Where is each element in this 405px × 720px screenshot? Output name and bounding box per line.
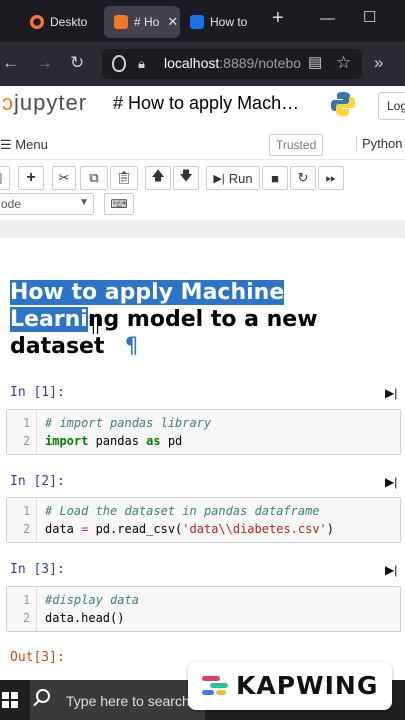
tab-notebook[interactable]: # Ho ✕ — [104, 6, 180, 38]
selected-text: How to apply Machine — [10, 280, 285, 305]
tab-label: Deskto — [50, 15, 88, 29]
line-number: 2 — [23, 611, 31, 625]
browser-nav-bar: ← → ↻ 🔒︎ localhost:8889/notebo ▤ ☆ » — [0, 42, 405, 86]
maximize-icon[interactable]: ☐ — [363, 8, 376, 26]
input-prompt: In [2]: — [10, 474, 65, 489]
line-gutter — [7, 498, 37, 542]
run-label: Run — [228, 170, 253, 186]
back-icon[interactable]: ← — [2, 53, 19, 73]
url-text: localhost:8889/notebo — [164, 55, 302, 71]
markdown-heading[interactable]: How to apply Machine Learning model to a… — [10, 279, 400, 360]
line-number: 1 — [23, 504, 31, 518]
browser-tab-strip: Deskto # Ho ✕ How to + — ☐ — [0, 0, 405, 42]
line-gutter — [7, 410, 37, 454]
run-button[interactable]: ▶| Run — [206, 166, 260, 190]
fast-forward-icon[interactable]: ⏩︎ — [318, 166, 344, 190]
tab-label: How to — [210, 15, 248, 29]
windows-start-icon[interactable] — [2, 692, 18, 708]
run-cell-icon[interactable]: ▶| — [385, 563, 397, 577]
code-comment: #display data — [45, 593, 139, 607]
output-prompt: Out[3]: — [10, 650, 65, 665]
jupyter-logo[interactable]: ↄjupyter — [2, 90, 87, 116]
code-line: import pandas as pd — [45, 434, 183, 448]
input-prompt: In [3]: — [10, 562, 65, 577]
move-up-icon[interactable]: 🡅 — [145, 166, 171, 190]
code-line: data = pd.read_csv('data\\diabetes.csv') — [45, 522, 335, 536]
copy-icon[interactable]: ⧉ — [80, 166, 108, 190]
code-cell[interactable]: 1 2 # Load the dataset in pandas datafra… — [6, 497, 401, 543]
save-button[interactable]: ▯ — [0, 166, 10, 190]
cell-type-value: ode — [1, 197, 22, 211]
keyboard-shortcuts-icon[interactable]: ⌨ — [104, 193, 134, 215]
jupyter-header: ↄjupyter # How to apply Mach… Log — [0, 86, 405, 130]
new-tab-button[interactable]: + — [272, 7, 284, 30]
forward-icon[interactable]: → — [36, 53, 53, 73]
python-logo-icon — [331, 92, 355, 116]
chevron-down-icon: ▼ — [79, 197, 89, 208]
heading-text: dataset — [10, 334, 105, 359]
code-line: data.head() — [45, 611, 125, 625]
kernel-indicator[interactable]: Python — [356, 136, 402, 151]
kapwing-watermark: KAPWING — [188, 662, 392, 710]
line-number: 2 — [23, 434, 31, 448]
reader-view-icon[interactable]: ▤ — [308, 53, 322, 73]
jupyter-book-icon — [114, 15, 128, 29]
trusted-badge[interactable]: Trusted — [269, 134, 324, 156]
menu-button[interactable]: ☰ Menu — [0, 137, 48, 153]
notebook-toolbar: ▯ + ✂ ⧉ 📋︎ 🡅 🡇 ▶|Run ■ ↻ ⏩︎ ode ▼ ⌨ — [0, 160, 405, 220]
line-gutter — [7, 587, 37, 631]
run-cell-icon[interactable]: ▶| — [385, 475, 397, 489]
menu-bar: ☰ Menu Trusted Python — [0, 130, 405, 160]
bookmark-star-icon[interactable]: ☆ — [336, 53, 351, 73]
cell-type-select[interactable]: ode ▼ — [0, 193, 94, 215]
taskbar-search-box[interactable]: Type here to search — [30, 680, 205, 720]
code-cell[interactable]: 1 2 #display data data.head() — [6, 586, 401, 632]
step-forward-icon: ▶| — [213, 172, 225, 185]
minimize-icon[interactable]: — — [320, 10, 335, 27]
firefox-icon — [30, 15, 44, 29]
code-comment: # Load the dataset in pandas dataframe — [45, 504, 320, 518]
logout-button[interactable]: Log — [378, 92, 405, 120]
shield-icon — [112, 55, 126, 72]
close-tab-icon[interactable]: ✕ — [167, 14, 178, 30]
code-comment: # import pandas library — [45, 416, 212, 430]
anchor-link-icon[interactable]: ¶ — [125, 334, 139, 359]
reload-icon[interactable]: ↻ — [70, 53, 84, 73]
tab-label: # Ho — [134, 15, 160, 29]
cut-icon[interactable]: ✂ — [52, 166, 76, 190]
notebook-title[interactable]: # How to apply Mach… — [113, 93, 299, 114]
tab-how-to[interactable]: How to — [190, 6, 254, 38]
line-number: 1 — [23, 593, 31, 607]
restart-icon[interactable]: ↻ — [290, 166, 316, 190]
paste-icon[interactable]: 📋︎ — [110, 166, 138, 190]
notebook-page: How to apply Machine Learning model to a… — [0, 238, 405, 680]
overflow-chevron-icon[interactable]: » — [374, 53, 383, 73]
edit-icon — [190, 15, 204, 29]
run-cell-icon[interactable]: ▶| — [385, 386, 397, 400]
tab-desktop[interactable]: Deskto — [30, 6, 96, 38]
input-prompt: In [1]: — [10, 385, 65, 400]
move-down-icon[interactable]: 🡇 — [173, 166, 199, 190]
url-bar[interactable]: 🔒︎ localhost:8889/notebo — [102, 49, 362, 79]
text-cursor-icon — [92, 314, 99, 334]
watermark-text: KAPWING — [236, 671, 379, 700]
stop-icon[interactable]: ■ — [262, 166, 288, 190]
line-number: 1 — [23, 416, 31, 430]
heading-text: ng model to a new — [87, 307, 318, 332]
insert-cell-button[interactable]: + — [18, 166, 44, 190]
line-number: 2 — [23, 522, 31, 536]
lock-icon: 🔒︎ — [138, 56, 145, 71]
search-icon-handle — [33, 699, 40, 707]
selected-text: Learni — [10, 307, 88, 332]
kapwing-logo-icon — [202, 676, 228, 696]
code-cell[interactable]: 1 2 # import pandas library import panda… — [6, 409, 401, 455]
search-placeholder: Type here to search — [66, 693, 190, 709]
